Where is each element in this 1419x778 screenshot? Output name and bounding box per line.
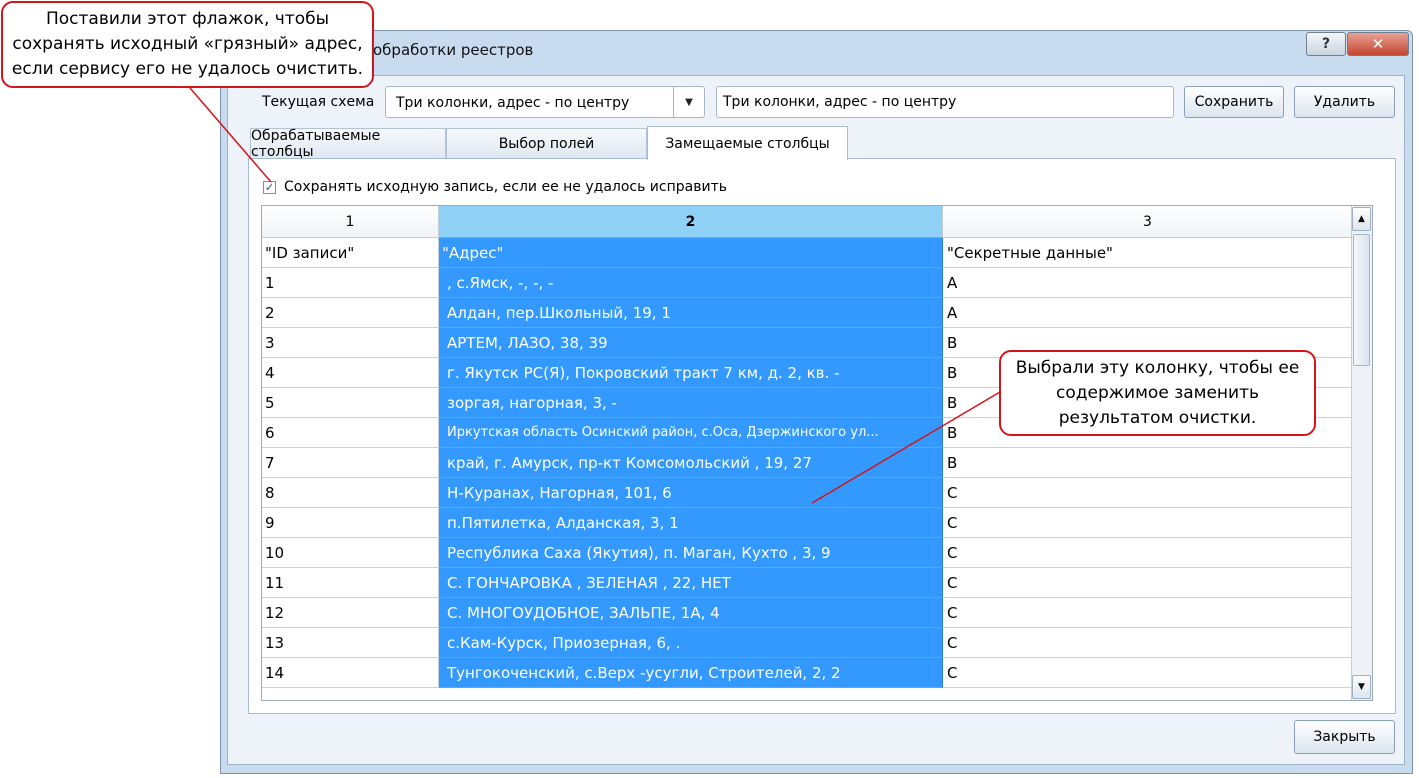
grid-rows: "ID записи" "Адрес" "Секретные данные" 1, с… (262, 238, 1354, 688)
grid-cell-col-2[interactable]: Республика Саха (Якутия), п. Маган, Кухт… (439, 538, 943, 568)
grid-cell-col-1[interactable]: 11 (262, 568, 439, 598)
grid-cell-col-3[interactable]: С (943, 628, 1354, 658)
tab-processed-columns[interactable]: Обрабатываемые столбцы (250, 128, 446, 160)
table-row[interactable]: 14 Тунгокоченский, с.Верх -усугли, Строит… (262, 658, 1354, 688)
column-header-3[interactable]: 3 (943, 206, 1353, 238)
scroll-down-icon[interactable]: ▼ (1352, 675, 1371, 699)
checkbox-callout: Поставили этот флажок, чтобы сохранять и… (1, 1, 374, 88)
window-title: обработки реестров (373, 41, 534, 59)
grid-cell-col-2[interactable]: Тунгокоченский, с.Верх -усугли, Строител… (439, 658, 943, 688)
table-row[interactable]: 1, с.Ямск, -, -, -А (262, 268, 1354, 298)
grid-cell-col-2[interactable]: С. ГОНЧАРОВКА , ЗЕЛЕНАЯ , 22, НЕТ (439, 568, 943, 598)
table-row[interactable]: 12 С. МНОГОУДОБНОЕ, ЗАЛЬПЕ, 1А, 4С (262, 598, 1354, 628)
title-bar: обработки реестров ? ✕ (221, 31, 1412, 75)
vertical-scrollbar[interactable]: ▲ ▼ (1351, 206, 1372, 700)
grid-cell-col-3[interactable]: С (943, 538, 1354, 568)
grid-cell-col-1[interactable]: 5 (262, 388, 439, 418)
grid-cell-col-3[interactable]: "Секретные данные" (943, 238, 1354, 268)
grid-cell-col-1[interactable]: 3 (262, 328, 439, 358)
grid-cell-col-1[interactable]: 6 (262, 418, 439, 448)
checkbox-callout-line: если сервису его не удалось очистить. (11, 59, 364, 79)
grid-cell-col-1[interactable]: 13 (262, 628, 439, 658)
table-row[interactable]: 7 край, г. Амурск, пр-кт Комсомольский , … (262, 448, 1354, 478)
column-header-1[interactable]: 1 (262, 206, 439, 238)
grid-cell-col-3[interactable]: С (943, 598, 1354, 628)
grid-cell-col-1[interactable]: 9 (262, 508, 439, 538)
grid-cell-col-3[interactable]: В (943, 448, 1354, 478)
scrollbar-thumb[interactable] (1353, 234, 1370, 366)
scheme-select-value: Три колонки, адрес - по центру (396, 95, 630, 111)
current-scheme-label: Текущая схема (262, 94, 375, 110)
table-row[interactable]: 11 С. ГОНЧАРОВКА , ЗЕЛЕНАЯ , 22, НЕТ С (262, 568, 1354, 598)
table-row[interactable]: 13 с.Кам-Курск, Приозерная, 6, .С (262, 628, 1354, 658)
grid-header-row[interactable]: "ID записи" "Адрес" "Секретные данные" (262, 238, 1354, 268)
grid-cell-col-3[interactable]: С (943, 658, 1354, 688)
table-row[interactable]: 8 Н-Куранах, Нагорная, 101, 6С (262, 478, 1354, 508)
checkbox-callout-line: Поставили этот флажок, чтобы (45, 9, 330, 29)
close-button[interactable]: Закрыть (1294, 720, 1395, 754)
grid-cell-col-1[interactable]: 8 (262, 478, 439, 508)
table-row[interactable]: 10 Республика Саха (Якутия), п. Маган, Ку… (262, 538, 1354, 568)
column-callout-line: Выбрали эту колонку, чтобы ее (1015, 357, 1300, 378)
save-button[interactable]: Сохранить (1184, 86, 1284, 118)
grid-cell-col-1[interactable]: 7 (262, 448, 439, 478)
grid-cell-col-1[interactable]: 1 (262, 268, 439, 298)
replaced-columns-panel: ✓ Сохранять исходную запись, если ее не … (248, 158, 1396, 714)
grid-cell-col-2[interactable]: с.Кам-Курск, Приозерная, 6, . (439, 628, 943, 658)
window-close-button[interactable]: ✕ (1347, 32, 1409, 56)
grid-cell-col-1[interactable]: 4 (262, 358, 439, 388)
grid-cell-col-3[interactable]: С (943, 568, 1354, 598)
tab-field-selection[interactable]: Выбор полей (446, 128, 647, 158)
grid-cell-col-2[interactable]: Н-Куранах, Нагорная, 101, 6 (439, 478, 943, 508)
grid-cell-col-2[interactable]: "Адрес" (439, 238, 943, 268)
scroll-up-icon[interactable]: ▲ (1352, 207, 1371, 231)
scheme-select[interactable]: Три колонки, адрес - по центру ▼ (385, 86, 705, 118)
help-button[interactable]: ? (1306, 32, 1346, 56)
chevron-down-icon[interactable]: ▼ (673, 87, 704, 117)
grid-cell-col-2[interactable]: край, г. Амурск, пр-кт Комсомольский , 1… (439, 448, 943, 478)
grid-cell-col-3[interactable]: А (943, 298, 1354, 328)
grid-cell-col-3[interactable]: С (943, 508, 1354, 538)
grid-cell-col-2[interactable]: зоргая, нагорная, 3, - (439, 388, 943, 418)
grid-cell-col-2[interactable]: Иркутская область Осинский район, с.Оса,… (439, 418, 943, 448)
scheme-name-input[interactable] (716, 86, 1174, 118)
grid-cell-col-2[interactable]: п.Пятилетка, Алданская, 3, 1 (439, 508, 943, 538)
checkbox-callout-line: сохранять исходный «грязный» адрес, (12, 34, 363, 54)
column-callout: Выбрали эту колонку, чтобы ее содержимое… (999, 350, 1316, 436)
grid-cell-col-1[interactable]: 10 (262, 538, 439, 568)
grid-cell-col-2[interactable]: Алдан, пер.Школьный, 19, 1 (439, 298, 943, 328)
grid-cell-col-2[interactable]: С. МНОГОУДОБНОЕ, ЗАЛЬПЕ, 1А, 4 (439, 598, 943, 628)
keep-original-checkbox[interactable]: ✓ (263, 180, 276, 194)
columns-grid: 1 2 3 "ID записи" "Адрес" "Секретные данны… (261, 205, 1373, 701)
tab-replaced-columns[interactable]: Замещаемые столбцы (647, 126, 848, 160)
grid-cell-col-3[interactable]: А (943, 268, 1354, 298)
grid-cell-col-1[interactable]: 14 (262, 658, 439, 688)
grid-cell-col-1[interactable]: 12 (262, 598, 439, 628)
delete-button[interactable]: Удалить (1294, 86, 1395, 118)
grid-cell-col-1[interactable]: 2 (262, 298, 439, 328)
column-callout-line: результатом очистки. (1058, 407, 1257, 428)
grid-cell-col-1[interactable]: "ID записи" (262, 238, 439, 268)
grid-cell-col-3[interactable]: С (943, 478, 1354, 508)
column-header-2[interactable]: 2 (439, 206, 943, 238)
keep-original-record-option[interactable]: ✓ Сохранять исходную запись, если ее не … (263, 179, 727, 195)
grid-cell-col-2[interactable]: г. Якутск РС(Я), Покровский тракт 7 км, … (439, 358, 943, 388)
column-callout-line: содержимое заменить (1055, 382, 1260, 403)
keep-original-label: Сохранять исходную запись, если ее не уд… (284, 179, 727, 195)
table-row[interactable]: 9 п.Пятилетка, Алданская, 3, 1С (262, 508, 1354, 538)
grid-cell-col-2[interactable]: , с.Ямск, -, -, - (439, 268, 943, 298)
table-row[interactable]: 2 Алдан, пер.Школьный, 19, 1А (262, 298, 1354, 328)
grid-cell-col-2[interactable]: АРТЕМ, ЛАЗО, 38, 39 (439, 328, 943, 358)
